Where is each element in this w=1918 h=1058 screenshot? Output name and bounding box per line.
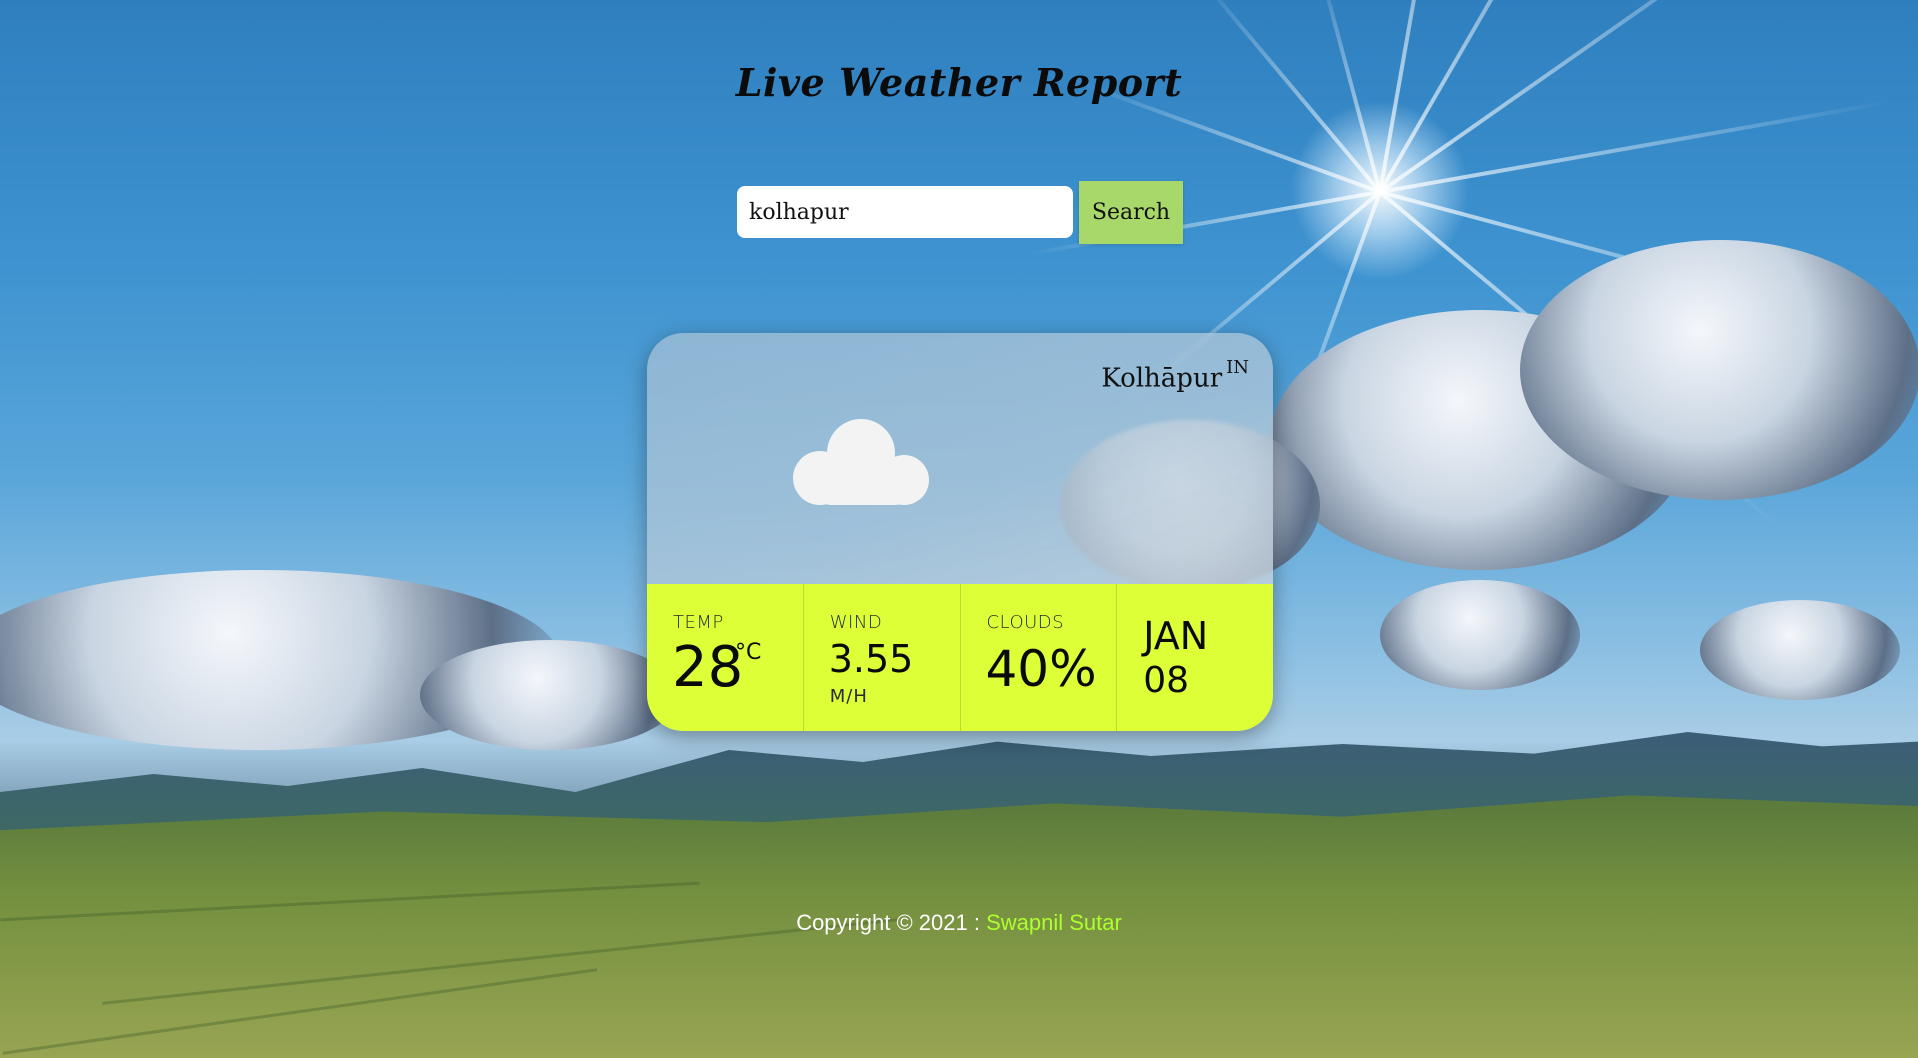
cloud-icon — [793, 413, 945, 513]
sky-cloud — [1520, 240, 1918, 500]
date-day: 08 — [1143, 660, 1190, 701]
temp-stat: TEMP 28 °C — [647, 584, 804, 731]
page-title: Live Weather Report — [735, 60, 1183, 105]
weather-card: Kolhāpur IN TEMP 28 °C WIND 3.55 M/H CLOU… — [647, 333, 1273, 731]
clouds-stat: CLOUDS 40% — [961, 584, 1118, 731]
temp-label: TEMP — [673, 612, 724, 633]
footer: Copyright © 2021 : Swapnil Sutar — [0, 910, 1918, 936]
city-search-input[interactable] — [737, 186, 1073, 238]
weather-stats-bar: TEMP 28 °C WIND 3.55 M/H CLOUDS 40% JAN … — [647, 584, 1273, 731]
city-name: Kolhāpur — [1101, 363, 1223, 394]
clouds-label: CLOUDS — [986, 612, 1065, 633]
temp-value: 28 — [672, 635, 744, 700]
wind-stat: WIND 3.55 M/H — [804, 584, 961, 731]
wind-value: 3.55 — [828, 637, 914, 681]
date-stat: JAN 08 — [1117, 584, 1273, 731]
copyright-text: Copyright © 2021 : — [796, 910, 987, 935]
date-month: JAN — [1143, 614, 1209, 658]
sky-cloud — [420, 640, 680, 750]
author-link[interactable]: Swapnil Sutar — [986, 910, 1122, 935]
weather-card-header: Kolhāpur IN — [647, 333, 1273, 584]
location-label: Kolhāpur IN — [1101, 357, 1249, 394]
temp-unit: °C — [735, 640, 762, 665]
search-button[interactable]: Search — [1079, 181, 1183, 244]
wind-label: WIND — [829, 612, 883, 633]
wind-unit: M/H — [829, 686, 868, 707]
sky-cloud — [1380, 580, 1580, 690]
clouds-value: 40% — [985, 640, 1097, 698]
sky-cloud — [1700, 600, 1900, 700]
country-code: IN — [1226, 357, 1249, 378]
